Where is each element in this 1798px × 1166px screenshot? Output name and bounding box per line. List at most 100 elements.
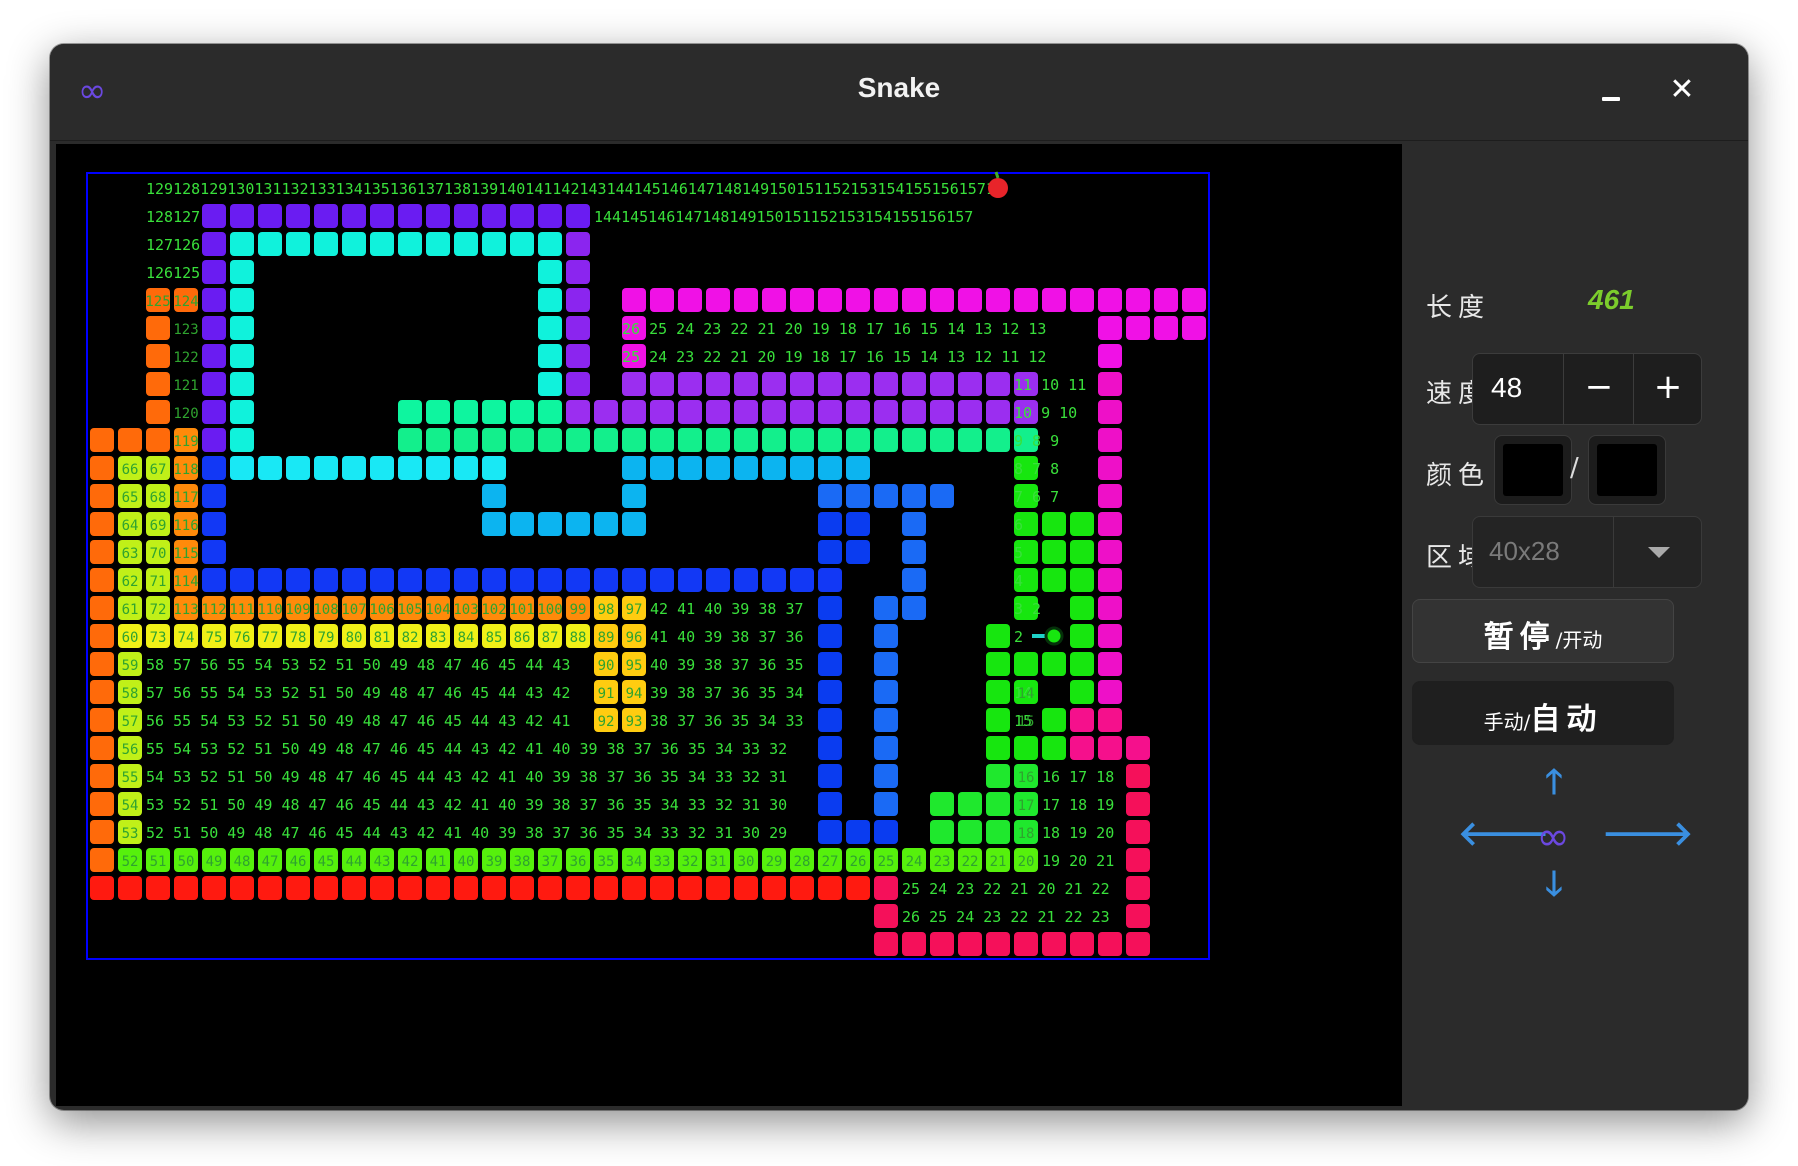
snake-segment [258,568,282,592]
snake-canvas[interactable]: 1291281291301311321331341351361371381391… [56,144,1402,1106]
snake-segment [986,652,1010,676]
snake-segment [874,288,898,312]
snake-segment [790,568,814,592]
snake-segment [594,428,618,452]
snake-segment [510,568,534,592]
snake-segment [874,680,898,704]
segment-label: 21 [990,854,1007,870]
snake-segment [286,876,310,900]
infinity-icon[interactable]: ∞ [1524,817,1582,857]
speed-stepper[interactable]: 48 − + [1472,353,1702,425]
path-label: 16 17 18 [1042,768,1114,786]
snake-segment [566,260,590,284]
segment-label: 57 [122,714,139,730]
snake-segment [1098,400,1122,424]
apple-icon [988,178,1008,198]
snake-segment [90,876,114,900]
speed-decrease-button[interactable]: − [1563,354,1634,424]
left-arrow-button[interactable]: 🡐 [1458,817,1549,851]
segment-label: 73 [150,630,167,646]
snake-segment [734,456,758,480]
segment-label: 67 [150,462,167,478]
title-bar[interactable]: ∞ Snake ✕ [50,44,1748,141]
snake-segment [930,484,954,508]
snake-segment [1070,708,1094,732]
snake-segment [314,568,338,592]
dropdown-button[interactable] [1613,517,1702,587]
segment-label: 108 [313,602,338,618]
manual-auto-button[interactable]: 手动/自动 [1412,681,1674,745]
segment-label: 64 [122,518,139,534]
snake-segment [650,428,674,452]
down-arrow-button[interactable]: 🡓 [1532,867,1576,901]
snake-segment [1042,288,1066,312]
color-swatch-1[interactable] [1494,435,1572,505]
snake-segment [90,624,114,648]
segment-label: 28 [794,854,811,870]
segment-label: 63 [122,546,139,562]
snake-segment [426,456,450,480]
snake-segment [482,232,506,256]
segment-label: 66 [122,462,139,478]
segment-label: 112 [201,602,226,618]
snake-segment [902,568,926,592]
snake-segment [846,820,870,844]
snake-segment [1126,736,1150,760]
close-button[interactable]: ✕ [1660,68,1704,112]
segment-label: 122 [173,350,198,366]
segment-label: 109 [285,602,310,618]
snake-segment [986,400,1010,424]
game-board[interactable]: 1291281291301311321331341351361371381391… [56,144,1402,1106]
snake-segment [538,344,562,368]
segment-label: 113 [173,602,198,618]
snake-segment [874,624,898,648]
segment-label: 72 [150,602,167,618]
segment-label: 86 [514,630,531,646]
right-arrow-button[interactable]: 🡒 [1602,817,1693,851]
snake-segment [818,372,842,396]
speed-value[interactable]: 48 [1491,372,1522,404]
region-select[interactable]: 40x28 [1472,516,1702,588]
snake-segment [958,372,982,396]
snake-segment [678,400,702,424]
snake-segment [482,484,506,508]
segment-label: 85 [486,630,503,646]
snake-segment [90,792,114,816]
snake-segment [454,428,478,452]
snake-segment [762,428,786,452]
snake-segment [790,428,814,452]
snake-segment [958,288,982,312]
snake-segment [454,876,478,900]
length-label: 长度 [1426,293,1491,323]
snake-segment [902,932,926,956]
segment-label: 52 [122,854,139,870]
path-label: 17 18 19 [1042,796,1114,814]
snake-segment [762,876,786,900]
snake-segment [1070,652,1094,676]
segment-label: 30 [738,854,755,870]
snake-segment [818,708,842,732]
speed-increase-button[interactable]: + [1633,354,1702,424]
snake-segment [566,316,590,340]
segment-label: 27 [822,854,839,870]
snake-segment [538,876,562,900]
snake-segment [202,428,226,452]
segment-label: 82 [402,630,419,646]
snake-segment [706,456,730,480]
segment-label: 33 [654,854,671,870]
segment-label: 34 [626,854,643,870]
snake-segment [818,820,842,844]
snake-segment [538,512,562,536]
path-label: 57 56 55 54 53 52 51 50 49 48 47 46 45 4… [146,684,570,702]
snake-segment [230,372,254,396]
snake-segment [1098,932,1122,956]
up-arrow-button[interactable]: 🡑 [1532,765,1576,799]
segment-label: 25 [878,854,895,870]
path-label: 55 54 53 52 51 50 49 48 47 46 45 44 43 4… [146,740,787,758]
snake-segment [258,204,282,228]
minimize-button[interactable] [1588,68,1632,112]
color-swatch-2[interactable] [1588,435,1666,505]
snake-segment [1014,652,1038,676]
pause-start-button[interactable]: 暂停/开动 [1412,599,1674,663]
snake-segment [90,456,114,480]
